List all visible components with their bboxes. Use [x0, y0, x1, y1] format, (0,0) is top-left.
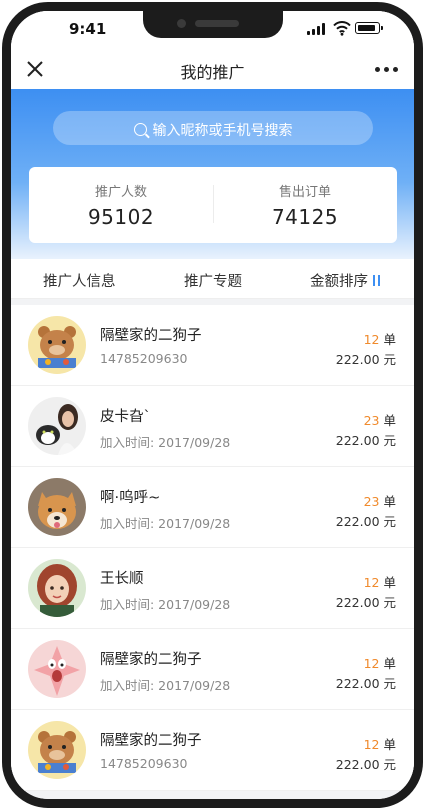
nav-bar: 我的推广 [11, 49, 414, 89]
promoter-join-date: 加入时间: 2017/09/28 [100, 435, 231, 450]
page-title: 我的推广 [180, 63, 245, 82]
search-icon [133, 123, 147, 136]
list-item[interactable]: 王长顺 加入时间: 2017/09/28 12 单 222.00 元 [11, 548, 414, 629]
battery-icon [355, 22, 383, 34]
promoter-name: 啊·呜呼~ [100, 490, 161, 506]
order-count-unit: 单 [383, 494, 396, 509]
stat-value: 95102 [87, 205, 155, 229]
order-count-unit: 单 [383, 575, 396, 590]
status-bar: 9:41 [11, 11, 414, 49]
list-item[interactable]: 隔壁家的二狗子 14785209630 12 单 222.00 元 [11, 710, 414, 791]
app-screen: 9:41 我的推广 输入昵称或手机号搜索 推广人数 95102 售出订单 741… [11, 11, 414, 799]
order-count-value: 12 [363, 332, 380, 347]
signal-icon [307, 23, 329, 35]
order-count: 23 单 [364, 410, 396, 429]
order-count-value: 12 [363, 575, 380, 590]
order-count-unit: 单 [383, 737, 396, 752]
list-item[interactable]: 隔壁家的二狗子 14785209630 12 单 222.00 元 [11, 305, 414, 386]
promoter-join-date: 加入时间: 2017/09/28 [100, 516, 231, 531]
stat-label: 推广人数 [94, 185, 147, 200]
order-amount: 222.00 元 [335, 433, 396, 448]
device-frame: 9:41 我的推广 输入昵称或手机号搜索 推广人数 95102 售出订单 741… [2, 2, 423, 808]
stat-value: 74125 [271, 205, 339, 229]
search-placeholder: 输入昵称或手机号搜索 [152, 123, 293, 139]
order-count: 12 单 [364, 653, 396, 672]
promoter-join-date: 加入时间: 2017/09/28 [100, 678, 231, 693]
bear-avatar [28, 721, 86, 779]
list-item[interactable]: 啊·呜呼~ 加入时间: 2017/09/28 23 单 222.00 元 [11, 467, 414, 548]
order-count-value: 23 [363, 494, 380, 509]
promoter-phone: 14785209630 [100, 756, 188, 771]
order-amount: 222.00 元 [335, 757, 396, 772]
tab-sort-by-amount[interactable]: 金额排序 [310, 270, 382, 291]
promoter-list: 隔壁家的二狗子 14785209630 12 单 222.00 元 皮卡旮` 加… [11, 305, 414, 791]
promoter-join-date: 加入时间: 2017/09/28 [100, 597, 231, 612]
order-count-unit: 单 [383, 656, 396, 671]
search-input[interactable]: 输入昵称或手机号搜索 [53, 111, 373, 145]
shiba-dog-avatar [28, 478, 86, 536]
tab-promoter-info[interactable]: 推广人信息 [43, 270, 116, 291]
stats-card: 推广人数 95102 售出订单 74125 [29, 167, 397, 243]
more-icon[interactable] [375, 67, 399, 73]
promoter-phone: 14785209630 [100, 351, 188, 366]
header-banner: 输入昵称或手机号搜索 推广人数 95102 售出订单 74125 [11, 89, 414, 259]
tab-promotion-topics[interactable]: 推广专题 [184, 270, 242, 291]
promoter-name: 皮卡旮` [100, 409, 151, 425]
wifi-icon [333, 21, 351, 36]
order-count: 23 单 [364, 491, 396, 510]
camera-icon [177, 19, 186, 28]
phone-mockup: 9:41 我的推广 输入昵称或手机号搜索 推广人数 95102 售出订单 741… [0, 0, 425, 810]
order-count-value: 23 [363, 413, 380, 428]
speaker-icon [195, 20, 239, 27]
status-time: 9:41 [69, 20, 107, 38]
order-count-value: 12 [363, 656, 380, 671]
order-amount: 222.00 元 [335, 514, 396, 529]
stat-label: 售出订单 [278, 185, 331, 200]
order-count-value: 12 [363, 737, 380, 752]
device-notch [143, 11, 283, 38]
stat-promoters: 推广人数 95102 [29, 167, 213, 243]
order-count: 12 单 [364, 734, 396, 753]
sort-icon [372, 275, 382, 287]
promoter-name: 隔壁家的二狗子 [100, 652, 202, 668]
promoter-name: 隔壁家的二狗子 [100, 328, 202, 344]
bear-avatar [28, 316, 86, 374]
patrick-star-avatar [28, 640, 86, 698]
order-count-unit: 单 [383, 413, 396, 428]
order-amount: 222.00 元 [335, 595, 396, 610]
order-count: 12 单 [364, 572, 396, 591]
promoter-name: 王长顺 [100, 571, 144, 587]
order-count-unit: 单 [383, 332, 396, 347]
promoter-name: 隔壁家的二狗子 [100, 733, 202, 749]
tab-bar: 推广人信息 推广专题 金额排序 [11, 259, 414, 299]
order-count: 12 单 [364, 329, 396, 348]
list-item[interactable]: 隔壁家的二狗子 加入时间: 2017/09/28 12 单 222.00 元 [11, 629, 414, 710]
order-amount: 222.00 元 [335, 676, 396, 691]
list-item[interactable]: 皮卡旮` 加入时间: 2017/09/28 23 单 222.00 元 [11, 386, 414, 467]
girl-with-cat-avatar [28, 397, 86, 455]
stat-orders: 售出订单 74125 [213, 167, 397, 243]
tab-sort-label: 金额排序 [310, 274, 368, 290]
order-amount: 222.00 元 [335, 352, 396, 367]
cartoon-girl-avatar [28, 559, 86, 617]
